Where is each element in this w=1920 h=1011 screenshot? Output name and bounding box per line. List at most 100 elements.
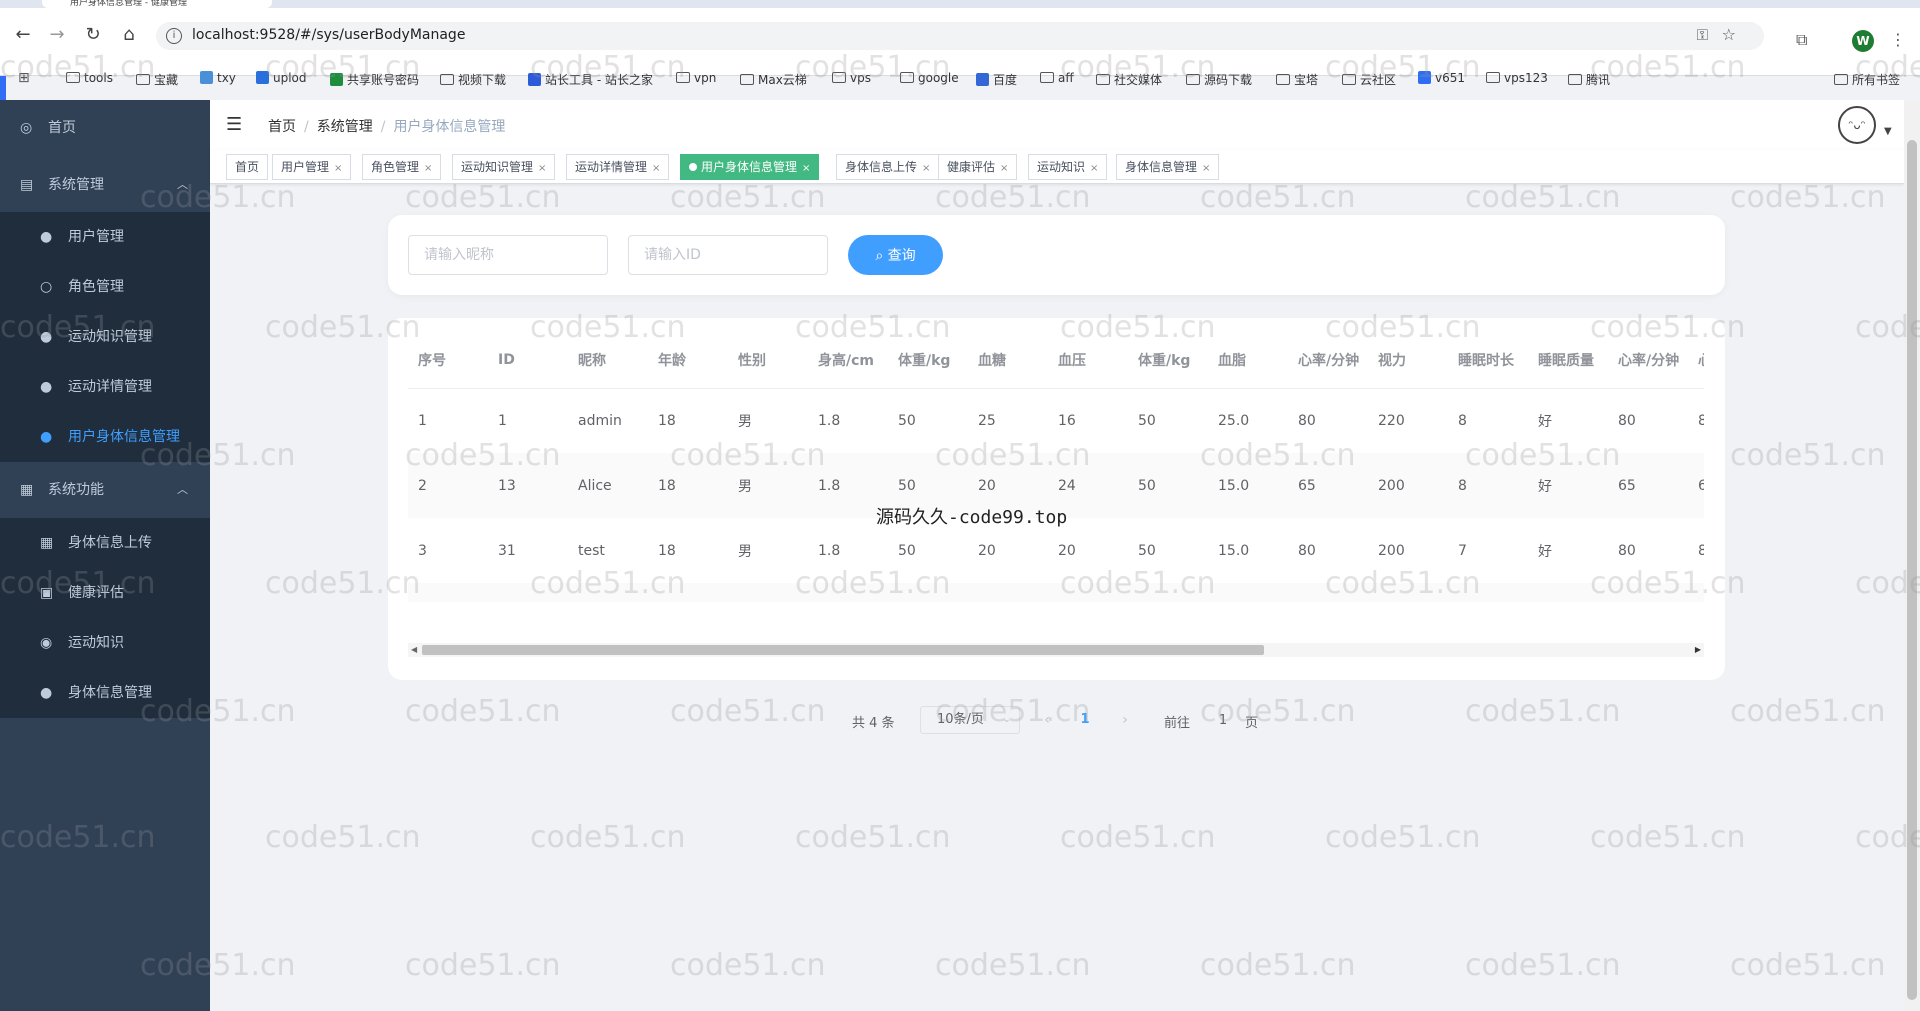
column-header[interactable]: 序号 — [408, 332, 488, 389]
tag-item[interactable]: 健康评估 × — [938, 154, 1018, 180]
column-header[interactable]: 睡眠质量 — [1528, 332, 1608, 389]
column-header[interactable]: 昵称 — [568, 332, 648, 389]
bookmark-item[interactable]: 共享账号密码 — [330, 71, 419, 88]
tag-item[interactable]: 身体信息上传 × — [836, 154, 940, 180]
page-number-current[interactable]: 1 — [1070, 706, 1100, 734]
column-header[interactable]: 视力 — [1368, 332, 1448, 389]
address-bar[interactable]: i localhost:9528/#/sys/userBodyManage ⚿ … — [156, 22, 1764, 50]
bookmark-item[interactable]: 腾讯 — [1568, 71, 1610, 88]
forward-icon[interactable]: → — [44, 22, 70, 48]
close-icon[interactable]: × — [1202, 163, 1210, 174]
bookmark-item[interactable]: 宝塔 — [1276, 71, 1318, 88]
column-header[interactable]: 心率/分钟 — [1608, 332, 1688, 389]
id-search-input[interactable] — [628, 235, 828, 275]
column-header[interactable]: ID — [488, 332, 568, 389]
close-icon[interactable]: × — [1000, 163, 1008, 174]
site-info-icon[interactable]: i — [166, 28, 182, 44]
sidebar-item-body-info-management[interactable]: ● 身体信息管理 — [0, 668, 210, 718]
column-header[interactable]: 身高/cm — [808, 332, 888, 389]
url-text[interactable]: localhost:9528/#/sys/userBodyManage — [192, 27, 465, 43]
user-avatar[interactable]: ᵔᴗᵔ — [1838, 106, 1876, 144]
sidebar-item-role-management[interactable]: ○ 角色管理 — [0, 262, 210, 312]
close-icon[interactable]: × — [1090, 163, 1098, 174]
column-header[interactable]: 体重/kg — [1128, 332, 1208, 389]
next-page-icon[interactable]: › — [1110, 706, 1140, 734]
back-icon[interactable]: ← — [10, 22, 36, 48]
sidebar-item-user-management[interactable]: ● 用户管理 — [0, 212, 210, 262]
breadcrumb-system-management[interactable]: 系统管理 — [317, 119, 373, 135]
close-icon[interactable]: × — [652, 163, 660, 174]
column-header[interactable]: 年龄 — [648, 332, 728, 389]
sidebar-item-exercise-knowledge[interactable]: ◉ 运动知识 — [0, 618, 210, 668]
tag-item[interactable]: 运动详情管理 × — [566, 154, 670, 180]
bookmark-item[interactable]: 宝藏 — [136, 71, 178, 88]
all-bookmarks[interactable]: 所有书签 — [1834, 71, 1900, 88]
sidebar-item-health-assessment[interactable]: ▣ 健康评估 — [0, 568, 210, 618]
scroll-left-arrow-icon[interactable]: ◀ — [411, 643, 417, 657]
prev-page-icon[interactable]: ‹ — [1032, 706, 1062, 734]
bookmark-star-icon[interactable]: ☆ — [1722, 25, 1736, 44]
nickname-search-input[interactable] — [408, 235, 608, 275]
scrollbar-thumb[interactable] — [1907, 140, 1917, 1000]
close-icon[interactable]: × — [538, 163, 546, 174]
sidebar-item-home[interactable]: ◎ 首页 — [0, 103, 210, 153]
sidebar-group-system-management[interactable]: ▤ 系统管理 ︿ — [0, 160, 210, 210]
scroll-right-arrow-icon[interactable]: ▶ — [1695, 643, 1701, 657]
password-key-icon[interactable]: ⚿ — [1697, 26, 1708, 44]
tag-item[interactable]: 身体信息管理 × — [1116, 154, 1220, 180]
breadcrumb-home[interactable]: 首页 — [268, 119, 296, 135]
sidebar-item-exercise-knowledge-management[interactable]: ● 运动知识管理 — [0, 312, 210, 362]
column-header[interactable]: 血糖 — [968, 332, 1048, 389]
reload-icon[interactable]: ↻ — [80, 22, 106, 48]
hamburger-icon[interactable]: ☰ — [226, 114, 242, 135]
column-header[interactable]: 血脂 — [1208, 332, 1288, 389]
close-icon[interactable]: × — [334, 163, 342, 174]
sidebar-item-exercise-detail-management[interactable]: ● 运动详情管理 — [0, 362, 210, 412]
bookmark-item[interactable]: 云社区 — [1342, 71, 1396, 88]
tag-item[interactable]: 角色管理 × — [362, 154, 442, 180]
goto-page-input[interactable] — [1200, 706, 1246, 734]
browser-menu-icon[interactable]: ⋮ — [1890, 30, 1906, 49]
tag-item[interactable]: 运动知识 × — [1028, 154, 1108, 180]
close-icon[interactable]: × — [802, 163, 810, 174]
sidebar-item-body-info-upload[interactable]: ▦ 身体信息上传 — [0, 518, 210, 568]
bookmark-item[interactable]: uplod — [256, 71, 307, 85]
horizontal-scrollbar[interactable]: ◀ ▶ — [408, 643, 1704, 657]
bookmark-item[interactable]: vps123 — [1486, 71, 1548, 85]
profile-avatar[interactable]: W — [1852, 30, 1874, 52]
tag-item[interactable]: 首页 — [226, 154, 269, 180]
extensions-icon[interactable]: ⧉ — [1796, 30, 1807, 50]
table-row[interactable]: 1 1 admin 18 男 1.8 50 25 16 50 25.0 80 220 8 好 80 8 — [408, 388, 1704, 453]
column-header[interactable]: 心 — [1688, 332, 1704, 389]
column-header[interactable]: 睡眠时长 — [1448, 332, 1528, 389]
sidebar-item-user-body-info-management[interactable]: ● 用户身体信息管理 — [0, 412, 210, 462]
close-icon[interactable]: × — [424, 163, 432, 174]
bookmark-item[interactable]: vpn — [676, 71, 716, 85]
browser-tab[interactable]: 用户身体信息管理 - 健康管理 — [42, 0, 272, 8]
table-row[interactable]: 432张三25男1807080807080.06018好606 — [408, 583, 1704, 602]
bookmark-item[interactable]: 视频下载 — [440, 71, 506, 88]
home-icon[interactable]: ⌂ — [116, 22, 142, 48]
column-header[interactable]: 体重/kg — [888, 332, 968, 389]
bookmark-item[interactable]: Max云梯 — [740, 71, 807, 88]
tag-item[interactable]: 运动知识管理 × — [452, 154, 556, 180]
close-icon[interactable]: × — [922, 163, 930, 174]
sidebar-group-system-functions[interactable]: ▦ 系统功能 ︿ — [0, 465, 210, 515]
caret-down-icon[interactable]: ▼ — [1884, 126, 1892, 137]
bookmark-item[interactable]: aff — [1040, 71, 1074, 85]
bookmark-item[interactable]: tools — [66, 71, 113, 85]
scrollbar-thumb[interactable] — [422, 645, 1264, 655]
page-size-select[interactable]: 10条/页 ⌄ — [920, 706, 1020, 734]
column-header[interactable]: 血压 — [1048, 332, 1128, 389]
bookmark-item[interactable]: vps — [832, 71, 871, 85]
bookmark-item[interactable]: v651 — [1418, 71, 1465, 85]
column-header[interactable]: 性别 — [728, 332, 808, 389]
tag-item[interactable]: 用户身体信息管理 × — [680, 154, 820, 180]
bookmark-item[interactable]: 百度 — [976, 71, 1017, 88]
bookmark-item[interactable]: txy — [200, 71, 236, 85]
tag-item[interactable]: 用户管理 × — [272, 154, 352, 180]
page-vertical-scrollbar[interactable] — [1904, 100, 1920, 1011]
column-header[interactable]: 心率/分钟 — [1288, 332, 1368, 389]
query-button[interactable]: ⌕ 查询 — [848, 235, 943, 275]
bookmark-item[interactable]: 源码下载 — [1186, 71, 1252, 88]
